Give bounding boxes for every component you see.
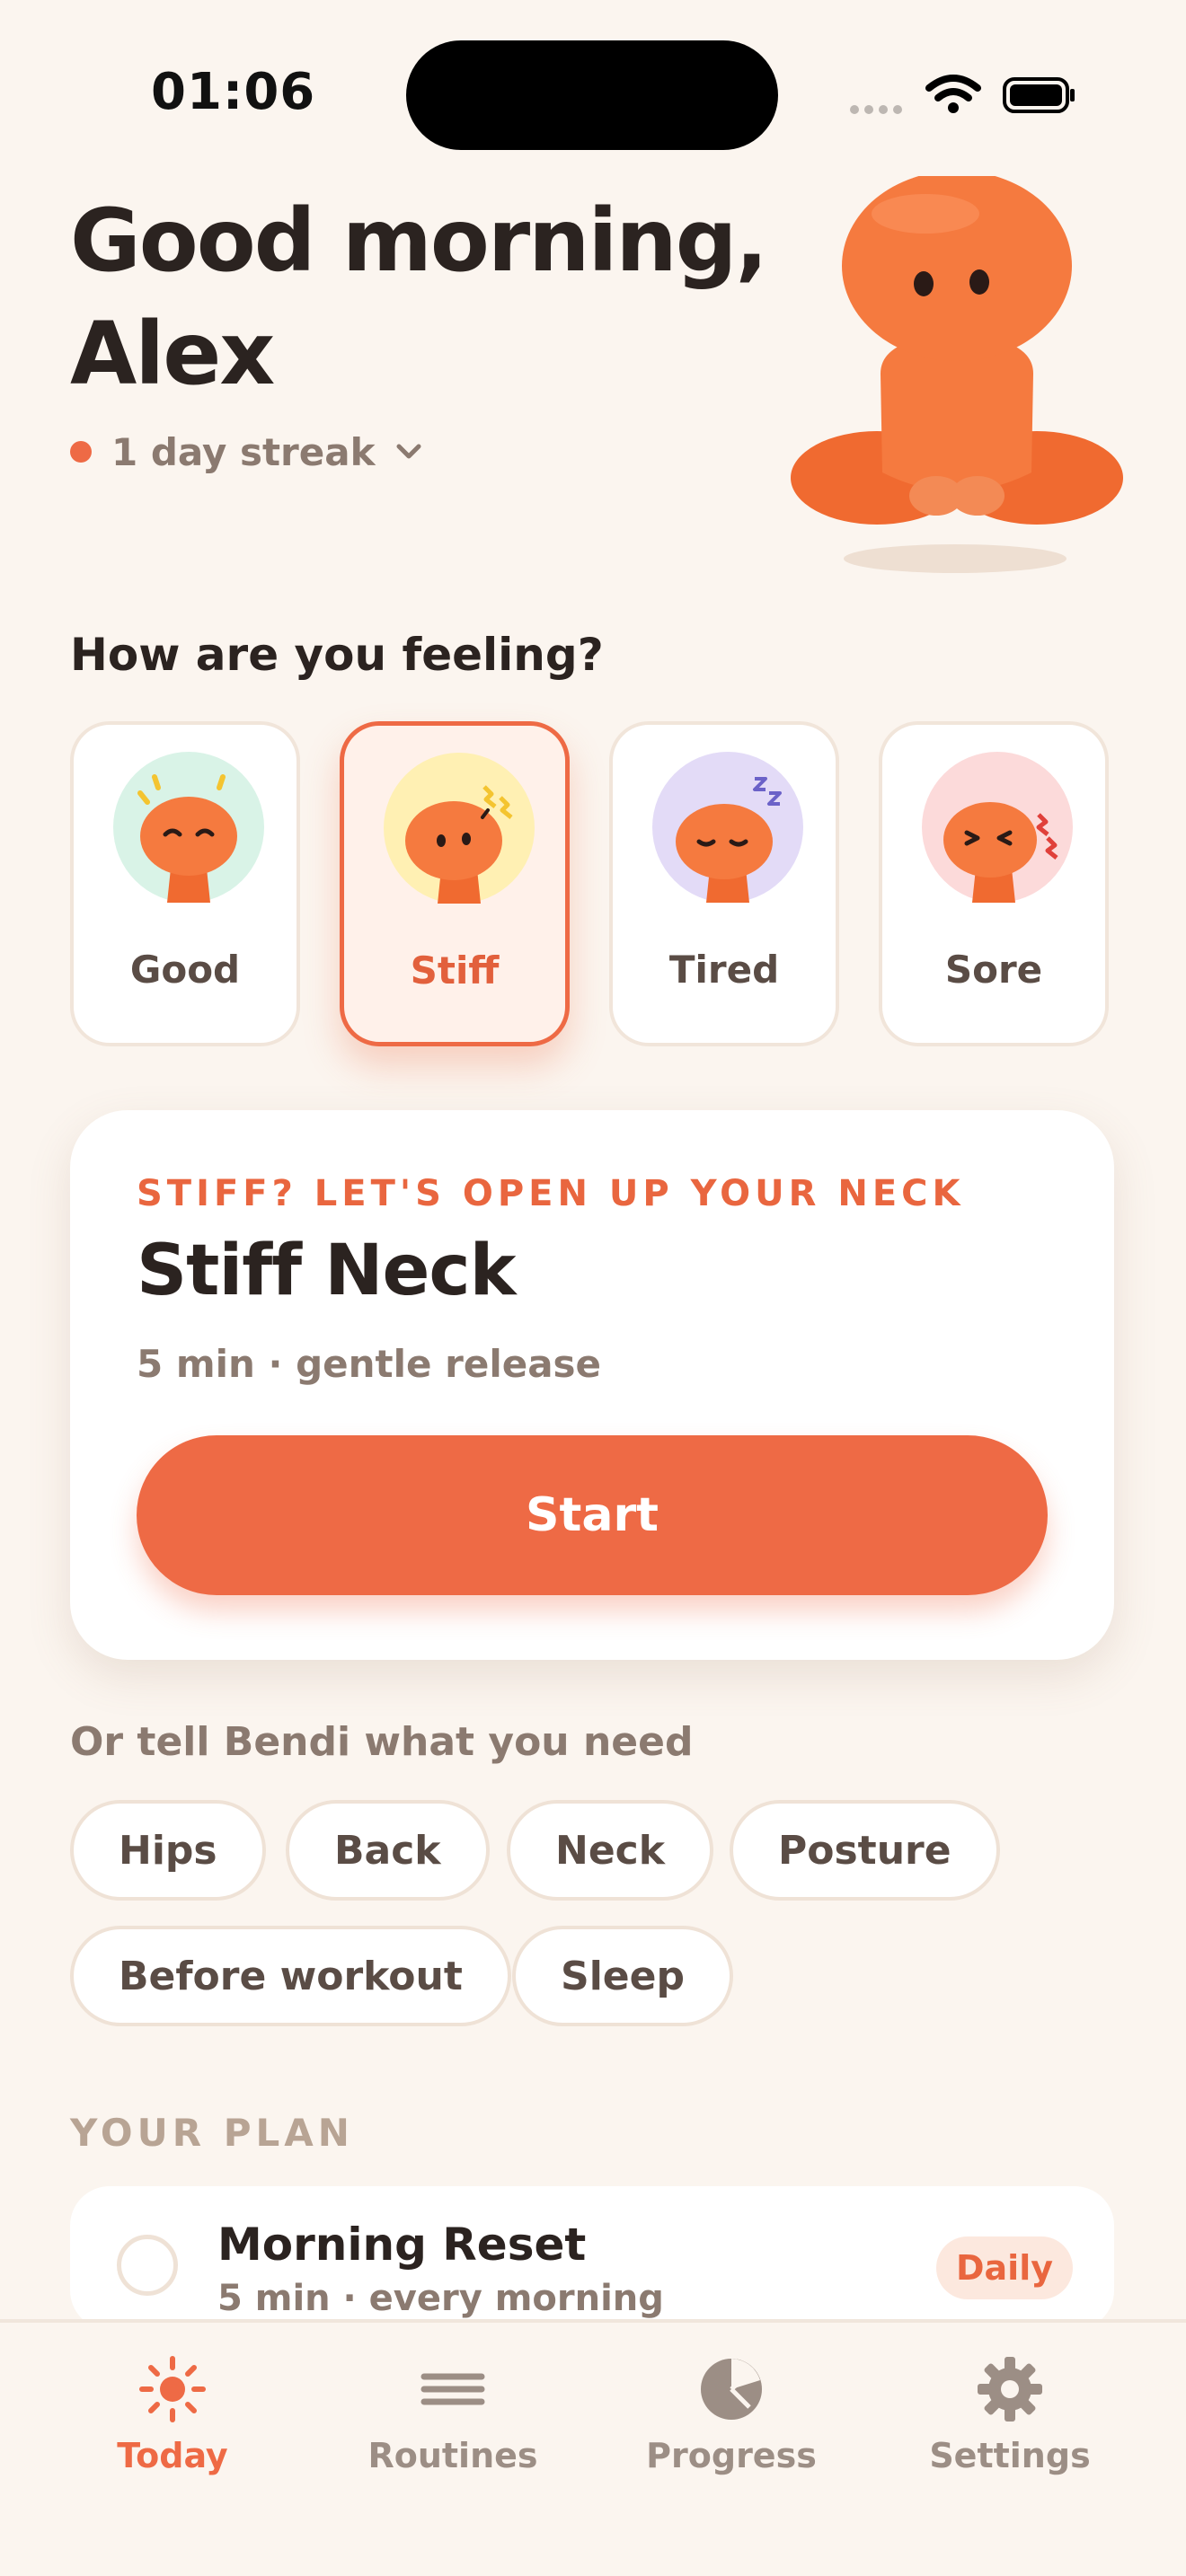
plan-frequency-badge: Daily	[936, 2236, 1073, 2299]
recommendation-eyebrow: STIFF? LET'S OPEN UP YOUR NECK	[137, 1173, 965, 1214]
tab-today[interactable]: Today	[56, 2355, 289, 2475]
plan-checkbox[interactable]	[117, 2235, 178, 2296]
streak-label: 1 day streak	[111, 429, 376, 474]
mood-label: Good	[129, 948, 241, 992]
dynamic-island	[406, 40, 778, 150]
chip-before-workout[interactable]: Before workout	[70, 1926, 511, 2026]
plan-item-title: Morning Reset	[217, 2219, 587, 2271]
chevron-down-icon	[396, 444, 421, 459]
gear-icon	[978, 2357, 1042, 2422]
tired-face-icon	[652, 752, 803, 903]
recommendation-card: STIFF? LET'S OPEN UP YOUR NECK Stiff Nec…	[70, 1110, 1114, 1660]
chip-back[interactable]: Back	[286, 1800, 490, 1901]
mood-label: Sore	[944, 948, 1043, 992]
streak-selector[interactable]: 1 day streak	[70, 429, 422, 474]
recommendation-title: Stiff Neck	[137, 1231, 517, 1311]
plan-item-meta: 5 min · every morning	[217, 2278, 664, 2319]
needs-section-title: Or tell Bendi what you need	[70, 1719, 694, 1765]
pie-chart-icon	[701, 2359, 762, 2420]
wifi-icon	[925, 75, 981, 113]
tab-routines[interactable]: Routines	[336, 2355, 570, 2475]
happy-face-icon	[113, 752, 264, 903]
tab-progress[interactable]: Progress	[615, 2355, 848, 2475]
mood-card-stiff[interactable]: Stiff	[340, 721, 570, 1046]
status-time: 01:06	[151, 63, 316, 121]
sun-icon	[139, 2356, 206, 2422]
mood-card-good[interactable]: Good	[70, 721, 300, 1046]
mood-label: Tired	[668, 948, 780, 992]
mascot-illustration	[791, 176, 1123, 573]
tab-label: Progress	[646, 2436, 817, 2475]
greeting-line-2: Alex	[70, 304, 275, 404]
greeting-line-1: Good morning,	[70, 190, 768, 291]
stiff-face-icon	[384, 753, 535, 904]
menu-lines-icon	[420, 2373, 485, 2405]
start-button[interactable]: Start	[137, 1435, 1048, 1595]
tab-label: Today	[117, 2436, 228, 2475]
tab-label: Routines	[367, 2436, 538, 2475]
plan-item[interactable]: Morning Reset 5 min · every morning Dail…	[70, 2186, 1114, 2330]
streak-dot-icon	[70, 441, 92, 463]
chip-neck[interactable]: Neck	[507, 1800, 714, 1901]
plan-section-title: YOUR PLAN	[70, 2111, 354, 2155]
cellular-signal-icon	[850, 101, 907, 115]
sore-face-icon	[922, 752, 1073, 903]
mood-label: Stiff	[410, 948, 500, 992]
mood-card-sore[interactable]: Sore	[879, 721, 1109, 1046]
chip-posture[interactable]: Posture	[730, 1800, 1000, 1901]
tab-bar: Today Routines Progress Settings	[0, 2319, 1186, 2576]
chip-hips[interactable]: Hips	[70, 1800, 266, 1901]
greeting-title: Good morning, Alex	[70, 184, 771, 410]
tab-settings[interactable]: Settings	[893, 2355, 1127, 2475]
battery-icon	[1003, 77, 1075, 113]
recommendation-subtitle: 5 min · gentle release	[137, 1342, 602, 1386]
chip-sleep[interactable]: Sleep	[512, 1926, 733, 2026]
feeling-section-title: How are you feeling?	[70, 629, 604, 681]
mood-card-tired[interactable]: Tired	[609, 721, 839, 1046]
tab-label: Settings	[929, 2436, 1091, 2475]
